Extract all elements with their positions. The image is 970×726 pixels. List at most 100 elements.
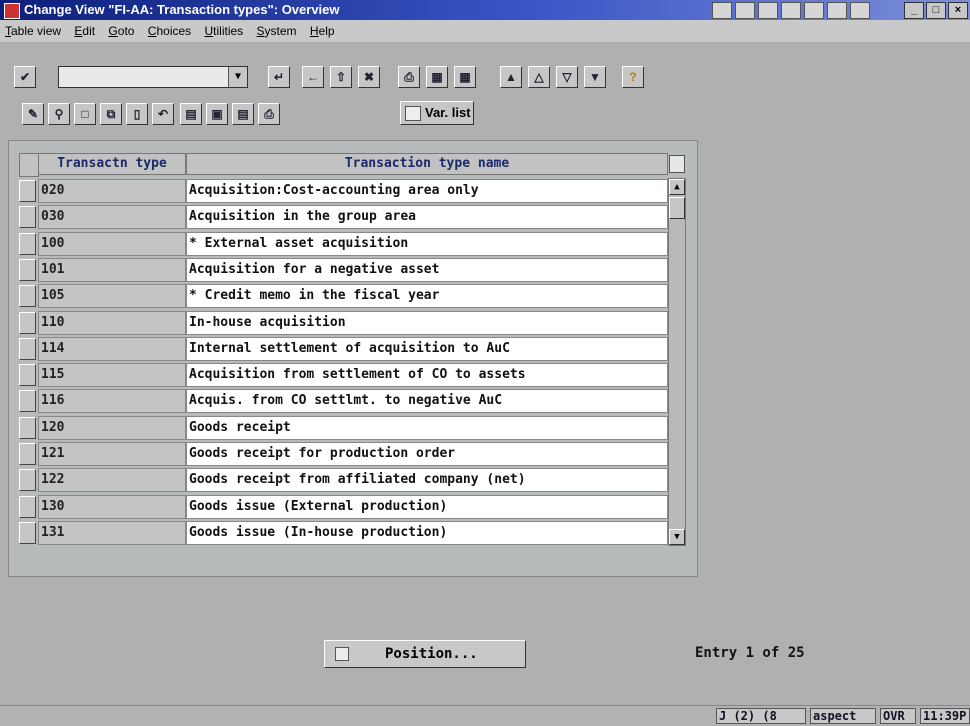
- tray-icon-1[interactable]: [712, 2, 732, 19]
- row-selector[interactable]: [19, 521, 36, 544]
- transaction-type-code: 131: [38, 520, 186, 545]
- transaction-type-code: 110: [38, 310, 186, 335]
- transaction-type-name[interactable]: Acquisition from settlement of CO to ass…: [186, 363, 668, 388]
- transaction-type-name[interactable]: Acquisition in the group area: [186, 205, 668, 230]
- row-selector[interactable]: [19, 364, 36, 387]
- menu-table-view[interactable]: Table view: [0, 20, 66, 38]
- status-time: 11:39P: [920, 708, 970, 724]
- select-all-icon[interactable]: ▤: [180, 103, 202, 125]
- display-change-icon[interactable]: ✎: [22, 103, 44, 125]
- row-selector[interactable]: [19, 258, 36, 281]
- row-selector[interactable]: [19, 206, 36, 229]
- transaction-type-code: 030: [38, 205, 186, 230]
- row-selector[interactable]: [19, 337, 36, 360]
- transaction-type-code: 120: [38, 415, 186, 440]
- transaction-type-name[interactable]: * External asset acquisition: [186, 231, 668, 256]
- menu-help[interactable]: Help: [305, 20, 340, 38]
- select-all-column-header[interactable]: [19, 153, 39, 177]
- status-bar: J (2) (8 aspect OVR 11:39P: [0, 705, 970, 726]
- transaction-type-name[interactable]: Internal settlement of acquisition to Au…: [186, 336, 668, 361]
- tray-icon-5[interactable]: [804, 2, 824, 19]
- print-icon[interactable]: ⎙: [398, 66, 420, 88]
- minimize-button[interactable]: _: [904, 2, 924, 19]
- position-label: Position...: [385, 646, 478, 662]
- scroll-up-icon[interactable]: ▲: [669, 179, 685, 195]
- row-selector[interactable]: [19, 180, 36, 202]
- scroll-down-icon[interactable]: ▼: [669, 529, 685, 545]
- transaction-type-name[interactable]: Acquisition for a negative asset: [186, 257, 668, 282]
- excel-icon[interactable]: [758, 2, 778, 19]
- transaction-type-name[interactable]: In-house acquisition: [186, 310, 668, 335]
- menu-bar: Table view Edit Goto Choices Utilities S…: [0, 20, 970, 42]
- find-next-icon[interactable]: ▦: [454, 66, 476, 88]
- menu-edit[interactable]: Edit: [69, 20, 100, 38]
- help-icon[interactable]: ?: [622, 66, 644, 88]
- menu-system[interactable]: System: [252, 20, 302, 38]
- row-selector[interactable]: [19, 416, 36, 439]
- undo-change-icon[interactable]: ↶: [152, 103, 174, 125]
- tray-icon-4[interactable]: [781, 2, 801, 19]
- select-block-icon[interactable]: ▣: [206, 103, 228, 125]
- details-icon[interactable]: ⚲: [48, 103, 70, 125]
- word-icon[interactable]: [735, 2, 755, 19]
- row-selector[interactable]: [19, 495, 36, 518]
- deselect-all-icon[interactable]: ▤: [232, 103, 254, 125]
- row-selector[interactable]: [19, 469, 36, 492]
- previous-page-icon[interactable]: △: [528, 66, 550, 88]
- command-history-dropdown[interactable]: ▼: [228, 67, 247, 87]
- tray-icon-7[interactable]: [850, 2, 870, 19]
- menu-choices[interactable]: Choices: [143, 20, 196, 38]
- transaction-type-name[interactable]: Goods receipt for production order: [186, 442, 668, 466]
- transaction-type-name[interactable]: Acquis. from CO settlmt. to negative AuC: [186, 389, 668, 414]
- vertical-scrollbar[interactable]: ▲ ▼: [668, 178, 686, 546]
- row-selector[interactable]: [19, 390, 36, 413]
- first-page-icon[interactable]: ▲: [500, 66, 522, 88]
- restore-button[interactable]: □: [926, 2, 946, 19]
- row-selector[interactable]: [19, 311, 36, 334]
- exit-icon[interactable]: ⇧: [330, 66, 352, 88]
- command-field[interactable]: [58, 66, 248, 88]
- transaction-types-table: Transactn type Transaction type name 020…: [12, 150, 690, 546]
- transaction-type-name[interactable]: Acquisition:Cost-accounting area only: [186, 179, 668, 203]
- window-title: Change View "FI-AA: Transaction types": …: [24, 2, 340, 17]
- find-icon[interactable]: ▦: [426, 66, 448, 88]
- new-entries-icon[interactable]: □: [74, 103, 96, 125]
- status-host: aspect: [810, 708, 876, 724]
- save-icon[interactable]: ↵: [268, 66, 290, 88]
- position-icon: [335, 647, 349, 661]
- table-settings-icon[interactable]: [669, 155, 685, 173]
- transaction-type-name[interactable]: Goods issue (In-house production): [186, 520, 668, 545]
- enter-check-icon[interactable]: ✔: [14, 66, 36, 88]
- row-selector[interactable]: [19, 285, 36, 308]
- back-icon[interactable]: ←: [302, 66, 324, 88]
- next-page-icon[interactable]: ▽: [556, 66, 578, 88]
- status-mode[interactable]: OVR: [880, 708, 916, 724]
- row-selector[interactable]: [19, 443, 36, 465]
- transaction-type-name[interactable]: Goods receipt: [186, 415, 668, 440]
- transaction-type-name[interactable]: Goods receipt from affiliated company (n…: [186, 468, 668, 493]
- copy-as-icon[interactable]: ⧉: [100, 103, 122, 125]
- close-button[interactable]: ×: [948, 2, 968, 19]
- title-bar: Change View "FI-AA: Transaction types": …: [0, 0, 970, 20]
- transaction-type-name[interactable]: * Credit memo in the fiscal year: [186, 284, 668, 309]
- row-selector[interactable]: [19, 232, 36, 255]
- taskbar-tray: [712, 2, 870, 19]
- app-icon[interactable]: [4, 3, 20, 19]
- transaction-type-code: 114: [38, 336, 186, 361]
- last-page-icon[interactable]: ▼: [584, 66, 606, 88]
- transaction-type-code: 116: [38, 389, 186, 414]
- menu-goto[interactable]: Goto: [103, 20, 139, 38]
- tray-icon-6[interactable]: [827, 2, 847, 19]
- position-button[interactable]: Position...: [324, 640, 526, 668]
- transaction-type-name[interactable]: Goods issue (External production): [186, 494, 668, 519]
- print-list-icon[interactable]: ⎙: [258, 103, 280, 125]
- scroll-thumb[interactable]: [669, 197, 685, 219]
- column-header-transactn-type[interactable]: Transactn type: [38, 153, 186, 175]
- column-header-transaction-type-name[interactable]: Transaction type name: [186, 153, 668, 175]
- cancel-icon[interactable]: ✖: [358, 66, 380, 88]
- status-session: J (2) (8: [716, 708, 806, 724]
- delete-icon[interactable]: ▯: [126, 103, 148, 125]
- menu-utilities[interactable]: Utilities: [200, 20, 249, 38]
- transaction-type-code: 122: [38, 468, 186, 493]
- var-list-button[interactable]: Var. list: [400, 101, 474, 125]
